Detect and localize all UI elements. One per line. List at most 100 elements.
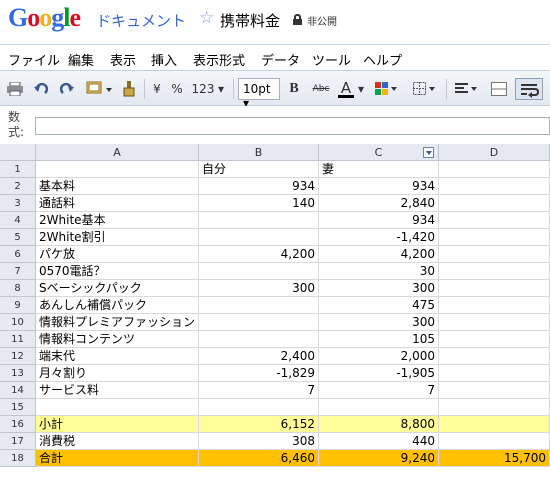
formula-input[interactable] [35, 117, 550, 135]
document-title[interactable]: 携帯料金 [220, 10, 280, 31]
borders-icon[interactable] [412, 80, 438, 98]
cell-b[interactable]: 6,152 [199, 416, 319, 433]
redo-icon[interactable] [58, 80, 76, 98]
cell-c[interactable]: 4,200 [319, 246, 439, 263]
font-size-select[interactable]: 10pt ▾ [238, 78, 280, 110]
cell-b[interactable] [199, 263, 319, 280]
cell-b[interactable]: 934 [199, 178, 319, 195]
cell-d[interactable] [439, 399, 550, 416]
cell-d[interactable] [439, 297, 550, 314]
clear-format-icon[interactable] [120, 80, 138, 98]
cell-c[interactable]: 2,840 [319, 195, 439, 212]
menu-data[interactable]: データ [261, 50, 300, 69]
star-icon[interactable]: ☆ [199, 8, 214, 28]
cell-c[interactable]: 300 [319, 280, 439, 297]
row-header[interactable]: 16 [0, 416, 36, 433]
menu-help[interactable]: ヘルプ [363, 50, 402, 69]
menu-insert[interactable]: 挿入 [151, 50, 177, 69]
column-header-b[interactable]: B [199, 144, 319, 161]
product-name[interactable]: ドキュメント [96, 10, 186, 31]
menu-edit[interactable]: 編集 [68, 50, 94, 69]
row-header[interactable]: 6 [0, 246, 36, 263]
percent-button[interactable]: % [170, 80, 184, 98]
cell-c[interactable]: 475 [319, 297, 439, 314]
row-header[interactable]: 1 [0, 161, 36, 178]
cell-c[interactable]: -1,905 [319, 365, 439, 382]
cell-a[interactable]: 消費税 [36, 433, 199, 450]
merge-cells-icon[interactable] [490, 80, 508, 98]
cell-c[interactable] [319, 399, 439, 416]
cell-b[interactable] [199, 229, 319, 246]
currency-button[interactable]: ¥ [150, 80, 164, 98]
cell-c[interactable]: 7 [319, 382, 439, 399]
cell-c[interactable]: 妻 [319, 161, 439, 178]
row-header[interactable]: 12 [0, 348, 36, 365]
cell-b[interactable]: 7 [199, 382, 319, 399]
chevron-down-icon[interactable]: ▾ [216, 80, 226, 98]
menu-file[interactable]: ファイル [8, 50, 60, 69]
cell-d[interactable] [439, 331, 550, 348]
cell-d[interactable] [439, 280, 550, 297]
row-header[interactable]: 8 [0, 280, 36, 297]
cell-a[interactable]: パケ放 [36, 246, 199, 263]
cell-d[interactable] [439, 229, 550, 246]
cell-d[interactable] [439, 263, 550, 280]
row-header[interactable]: 15 [0, 399, 36, 416]
cell-b[interactable] [199, 297, 319, 314]
cell-b[interactable]: 2,400 [199, 348, 319, 365]
strikethrough-button[interactable]: Abc [310, 80, 332, 98]
cell-b[interactable] [199, 212, 319, 229]
cell-b[interactable]: 140 [199, 195, 319, 212]
menu-tools[interactable]: ツール [312, 50, 351, 69]
cell-c[interactable]: 300 [319, 314, 439, 331]
cell-c[interactable]: 30 [319, 263, 439, 280]
cell-d[interactable] [439, 178, 550, 195]
row-header[interactable]: 3 [0, 195, 36, 212]
number-format-button[interactable]: 123 [192, 80, 215, 98]
cell-d[interactable] [439, 195, 550, 212]
cell-a[interactable]: 基本料 [36, 178, 199, 195]
cell-d[interactable] [439, 433, 550, 450]
cell-b[interactable]: 自分 [199, 161, 319, 178]
cell-a[interactable]: 2White基本 [36, 212, 199, 229]
chevron-down-icon[interactable]: ▾ [356, 80, 366, 98]
wrap-text-button[interactable] [515, 78, 543, 100]
row-header[interactable]: 18 [0, 450, 36, 467]
cell-a[interactable]: 情報料プレミアファッション [36, 314, 199, 331]
row-header[interactable]: 13 [0, 365, 36, 382]
row-header[interactable]: 10 [0, 314, 36, 331]
column-header-a[interactable]: A [36, 144, 199, 161]
fill-color-icon[interactable] [374, 80, 400, 98]
cell-b[interactable]: 6,460 [199, 450, 319, 467]
row-header[interactable]: 11 [0, 331, 36, 348]
cell-c[interactable]: 8,800 [319, 416, 439, 433]
cell-d[interactable] [439, 246, 550, 263]
cell-d[interactable] [439, 416, 550, 433]
column-header-d[interactable]: D [439, 144, 550, 161]
cell-a[interactable]: あんしん補償パック [36, 297, 199, 314]
cell-c[interactable]: -1,420 [319, 229, 439, 246]
row-header[interactable]: 14 [0, 382, 36, 399]
cell-c[interactable]: 934 [319, 178, 439, 195]
column-menu-icon[interactable] [423, 147, 434, 158]
undo-icon[interactable] [32, 80, 50, 98]
cell-d[interactable] [439, 348, 550, 365]
cell-d[interactable] [439, 212, 550, 229]
column-header-c[interactable]: C [319, 144, 439, 161]
cell-a[interactable]: 通話料 [36, 195, 199, 212]
cell-a[interactable] [36, 399, 199, 416]
row-header[interactable]: 7 [0, 263, 36, 280]
cell-a[interactable]: 小計 [36, 416, 199, 433]
cell-b[interactable]: 300 [199, 280, 319, 297]
row-header[interactable]: 5 [0, 229, 36, 246]
paint-format-icon[interactable] [85, 80, 113, 98]
cell-c[interactable]: 440 [319, 433, 439, 450]
cell-c[interactable]: 9,240 [319, 450, 439, 467]
cell-a[interactable]: 端末代 [36, 348, 199, 365]
cell-a[interactable] [36, 161, 199, 178]
cell-b[interactable]: 4,200 [199, 246, 319, 263]
menu-view[interactable]: 表示 [110, 50, 136, 69]
cell-a[interactable]: 月々割り [36, 365, 199, 382]
align-icon[interactable] [454, 80, 480, 98]
row-header[interactable]: 9 [0, 297, 36, 314]
